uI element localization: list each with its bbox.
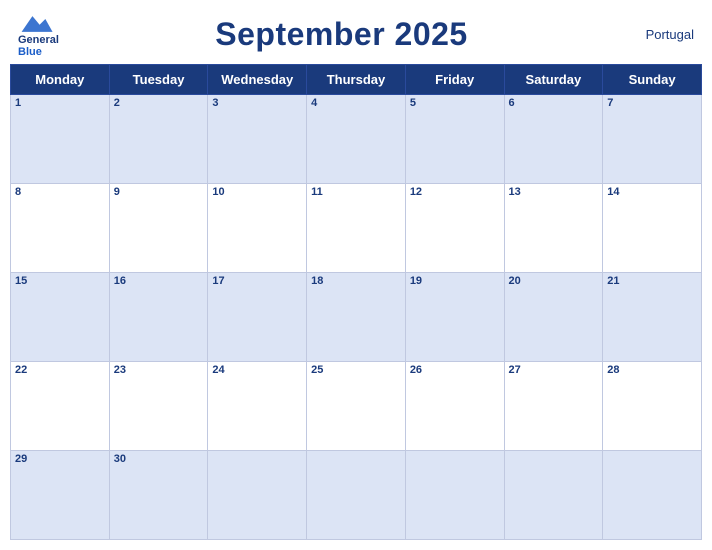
calendar-header: General Blue September 2025 Portugal xyxy=(0,0,712,64)
calendar-cell: 25 xyxy=(307,362,406,451)
date-number: 24 xyxy=(212,364,302,376)
calendar-cell: 10 xyxy=(208,184,307,273)
date-number: 12 xyxy=(410,186,500,198)
calendar-cell: 5 xyxy=(405,95,504,184)
header-tuesday: Tuesday xyxy=(109,65,208,95)
date-number: 11 xyxy=(311,186,401,198)
calendar-cell: 7 xyxy=(603,95,702,184)
calendar-cell: 2 xyxy=(109,95,208,184)
date-number: 30 xyxy=(114,453,204,465)
date-number: 6 xyxy=(509,97,599,109)
day-header-row: Monday Tuesday Wednesday Thursday Friday… xyxy=(11,65,702,95)
date-number: 25 xyxy=(311,364,401,376)
calendar-cell xyxy=(208,451,307,540)
calendar-table: Monday Tuesday Wednesday Thursday Friday… xyxy=(10,64,702,540)
calendar-cell xyxy=(603,451,702,540)
calendar-cell: 11 xyxy=(307,184,406,273)
calendar-cell: 3 xyxy=(208,95,307,184)
calendar-cell: 26 xyxy=(405,362,504,451)
date-number: 7 xyxy=(607,97,697,109)
calendar-page: General Blue September 2025 Portugal Mon… xyxy=(0,0,712,550)
week-row-1: 1234567 xyxy=(11,95,702,184)
header-wednesday: Wednesday xyxy=(208,65,307,95)
calendar-cell: 27 xyxy=(504,362,603,451)
calendar-cell: 16 xyxy=(109,273,208,362)
week-row-4: 22 23 24 25 26 27 28 xyxy=(11,362,702,451)
calendar-cell: 22 xyxy=(11,362,110,451)
calendar-cell xyxy=(307,451,406,540)
date-number: 20 xyxy=(509,275,599,287)
calendar-cell: 14 xyxy=(603,184,702,273)
header-monday: Monday xyxy=(11,65,110,95)
calendar-cell: 17 xyxy=(208,273,307,362)
date-number: 8 xyxy=(15,186,105,198)
date-number: 15 xyxy=(15,275,105,287)
date-number: 3 xyxy=(212,97,302,109)
calendar-title: September 2025 xyxy=(59,16,624,53)
date-number: 23 xyxy=(114,364,204,376)
calendar-cell: 18 xyxy=(307,273,406,362)
date-number: 29 xyxy=(15,453,105,465)
week-row-2: 89 10 11 12 13 14 xyxy=(11,184,702,273)
calendar-cell: 13 xyxy=(504,184,603,273)
date-number: 22 xyxy=(15,364,105,376)
title-area: September 2025 xyxy=(59,16,624,53)
header-thursday: Thursday xyxy=(307,65,406,95)
calendar-cell: 9 xyxy=(109,184,208,273)
date-number: 18 xyxy=(311,275,401,287)
date-number: 19 xyxy=(410,275,500,287)
date-number: 28 xyxy=(607,364,697,376)
date-number: 21 xyxy=(607,275,697,287)
date-number: 17 xyxy=(212,275,302,287)
date-number: 27 xyxy=(509,364,599,376)
header-saturday: Saturday xyxy=(504,65,603,95)
calendar-cell: 15 xyxy=(11,273,110,362)
logo-general: General xyxy=(18,34,59,46)
calendar-cell: 4 xyxy=(307,95,406,184)
date-number: 13 xyxy=(509,186,599,198)
date-number: 2 xyxy=(114,97,204,109)
header-sunday: Sunday xyxy=(603,65,702,95)
calendar-container: Monday Tuesday Wednesday Thursday Friday… xyxy=(0,64,712,550)
calendar-cell: 19 xyxy=(405,273,504,362)
header-friday: Friday xyxy=(405,65,504,95)
calendar-cell: 21 xyxy=(603,273,702,362)
calendar-cell: 12 xyxy=(405,184,504,273)
calendar-cell xyxy=(504,451,603,540)
logo-area: General Blue xyxy=(18,10,59,58)
calendar-cell: 1 xyxy=(11,95,110,184)
week-row-5: 29 30 xyxy=(11,451,702,540)
date-number: 9 xyxy=(114,186,204,198)
date-number: 5 xyxy=(410,97,500,109)
date-number: 10 xyxy=(212,186,302,198)
date-number: 16 xyxy=(114,275,204,287)
calendar-cell: 30 xyxy=(109,451,208,540)
calendar-cell: 29 xyxy=(11,451,110,540)
calendar-cell: 20 xyxy=(504,273,603,362)
week-row-3: 15 16 17 18 19 20 21 xyxy=(11,273,702,362)
calendar-cell xyxy=(405,451,504,540)
date-number: 26 xyxy=(410,364,500,376)
calendar-cell: 28 xyxy=(603,362,702,451)
date-number: 4 xyxy=(311,97,401,109)
logo-blue: Blue xyxy=(18,46,59,58)
calendar-cell: 6 xyxy=(504,95,603,184)
country-label: Portugal xyxy=(624,27,694,42)
calendar-cell: 23 xyxy=(109,362,208,451)
date-number: 1 xyxy=(15,97,105,109)
calendar-cell: 8 xyxy=(11,184,110,273)
calendar-cell: 24 xyxy=(208,362,307,451)
date-number: 14 xyxy=(607,186,697,198)
